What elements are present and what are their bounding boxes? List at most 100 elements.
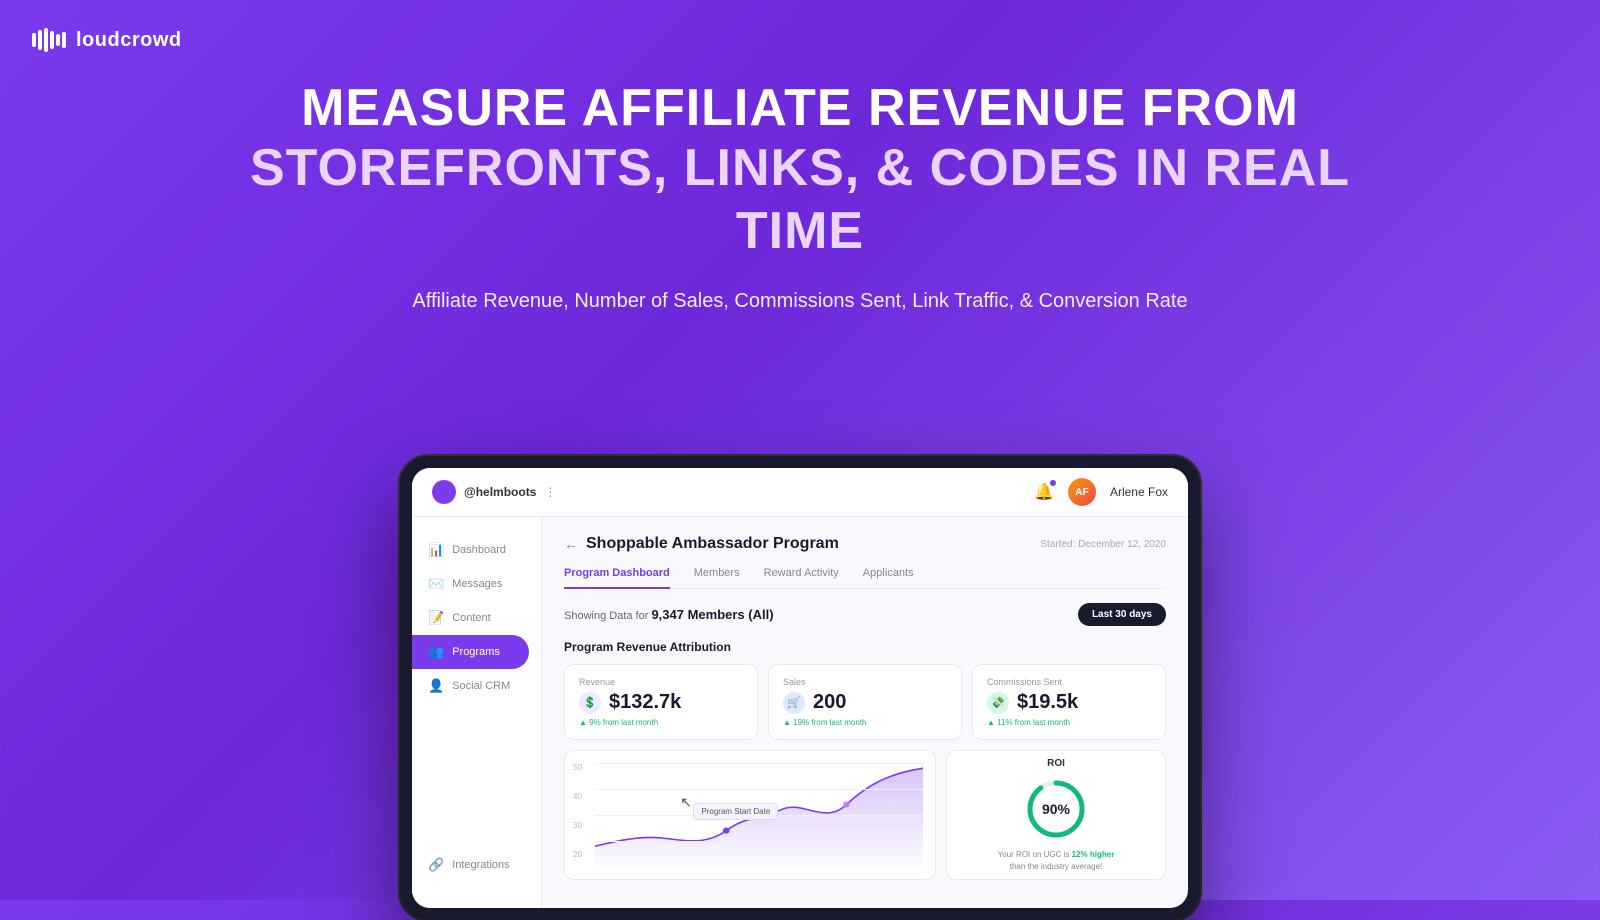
y-label-40: 40 [573,792,582,801]
revenue-section-title: Program Revenue Attribution [564,640,1166,654]
roi-desc-text2: than the industry average! [1010,862,1103,871]
sidebar-item-label-content: Content [452,612,491,624]
metric-value-row-sales: 🛒 200 [783,691,947,714]
integrations-icon: 🔗 [428,857,444,873]
topbar-right: 🔔 AF Arlene Fox [1034,478,1168,506]
dashboard-icon: 📊 [428,542,444,558]
sidebar-item-label-social-crm: Social CRM [452,680,510,692]
metric-card-revenue: Revenue 💲 $132.7k 9% from last month [564,664,758,740]
topbar-left: @helmboots ⋮ [432,480,556,504]
sidebar-item-social-crm[interactable]: 👤 Social CRM [412,669,541,703]
user-name: Arlene Fox [1110,485,1168,499]
back-button[interactable]: ← [564,536,578,552]
sidebar-item-messages[interactable]: ✉️ Messages [412,567,541,601]
sidebar-item-dashboard[interactable]: 📊 Dashboard [412,533,541,567]
sidebar-item-content[interactable]: 📝 Content [412,601,541,635]
commissions-icon: 💸 [987,692,1009,714]
metric-change-commissions: 11% from last month [987,718,1151,727]
showing-prefix: Showing Data for [564,610,648,622]
notification-icon[interactable]: 🔔 [1034,482,1054,502]
cursor-icon: ↖ [680,794,692,811]
messages-icon: ✉️ [428,576,444,592]
main-layout: 📊 Dashboard ✉️ Messages 📝 Content 👥 [412,517,1188,908]
avatar: AF [1068,478,1096,506]
sidebar-item-integrations[interactable]: 🔗 Integrations [412,848,541,882]
program-header: ← Shoppable Ambassador Program Started: … [564,535,1166,553]
gridline-4 [595,841,923,842]
program-title: Shoppable Ambassador Program [586,535,839,553]
brand-dot [432,480,456,504]
logo-bar-4 [50,31,54,49]
notification-dot [1050,480,1056,486]
subheadline: Affiliate Revenue, Number of Sales, Comm… [200,290,1400,313]
sidebar-item-programs[interactable]: 👥 Programs [412,635,529,669]
roi-value: 90% [1042,801,1070,817]
member-count: 9,347 Members (All) [651,607,773,622]
last-30-days-button[interactable]: Last 30 days [1078,603,1166,626]
roi-card: ROI 90% Your ROI on UGC is 12% high [946,750,1166,880]
metric-card-commissions: Commissions Sent 💸 $19.5k 11% from last … [972,664,1166,740]
tab-reward-activity[interactable]: Reward Activity [764,567,839,589]
brand-handle: @helmboots [464,485,536,499]
metric-value-commissions: $19.5k [1017,691,1078,714]
content-area: ← Shoppable Ambassador Program Started: … [542,517,1188,908]
logo-bar-2 [38,30,42,50]
content-icon: 📝 [428,610,444,626]
brand-menu-icon[interactable]: ⋮ [544,485,556,499]
topbar: @helmboots ⋮ 🔔 AF Arlene Fox [412,468,1188,517]
showing-text: Showing Data for 9,347 Members (All) [564,607,774,622]
metric-value-row-commissions: 💸 $19.5k [987,691,1151,714]
tabs-nav: Program Dashboard Members Reward Activit… [564,567,1166,589]
gridline-2 [595,789,923,790]
sales-icon: 🛒 [783,692,805,714]
logo-bar-3 [44,28,48,52]
chart-card: 50 40 30 20 [564,750,936,880]
tab-members[interactable]: Members [694,567,740,589]
sidebar-wrapper: 📊 Dashboard ✉️ Messages 📝 Content 👥 [412,533,541,892]
metric-card-sales: Sales 🛒 200 19% from last month [768,664,962,740]
program-title-row: ← Shoppable Ambassador Program [564,535,839,553]
roi-description: Your ROI on UGC is 12% higher than the i… [998,849,1115,871]
gridline-1 [595,763,923,764]
sidebar-item-label-programs: Programs [452,646,500,658]
chart-y-labels: 50 40 30 20 [573,763,582,859]
metric-label-commissions: Commissions Sent [987,677,1151,687]
y-label-50: 50 [573,763,582,772]
sidebar-item-label-dashboard: Dashboard [452,544,506,556]
headline-line2: STOREFRONTS, LINKS, & CODES IN REAL TIME [200,137,1400,262]
logo-bar-5 [56,34,60,46]
headline-line1: MEASURE AFFILIATE REVENUE FROM [200,80,1400,137]
chart-tooltip: Program Start Date [693,803,778,820]
metric-label-revenue: Revenue [579,677,743,687]
sidebar-item-label-messages: Messages [452,578,502,590]
metric-value-sales: 200 [813,691,846,714]
roi-desc-text: Your ROI on UGC is [998,850,1070,859]
bottom-section: 50 40 30 20 [564,750,1166,880]
started-date: Started: December 12, 2020 [1040,539,1166,550]
programs-icon: 👥 [428,644,444,660]
logo-bar-6 [62,32,66,48]
tablet-screen: @helmboots ⋮ 🔔 AF Arlene Fox [412,468,1188,908]
logo-text: loudcrowd [76,29,182,52]
tablet-mockup: @helmboots ⋮ 🔔 AF Arlene Fox [400,456,1200,920]
tooltip-text: Program Start Date [701,807,770,816]
metric-label-sales: Sales [783,677,947,687]
y-label-20: 20 [573,850,582,859]
roi-circle: 90% [1024,777,1088,841]
tab-program-dashboard[interactable]: Program Dashboard [564,567,670,589]
metric-change-revenue: 9% from last month [579,718,743,727]
sidebar-item-label-integrations: Integrations [452,859,509,871]
logo: loudcrowd [32,28,182,52]
logo-bar-1 [32,33,36,47]
headline-section: MEASURE AFFILIATE REVENUE FROM STOREFRON… [0,80,1600,313]
roi-label: ROI [1047,758,1065,769]
social-crm-icon: 👤 [428,678,444,694]
tablet-frame: @helmboots ⋮ 🔔 AF Arlene Fox [400,456,1200,920]
tab-applicants[interactable]: Applicants [863,567,914,589]
sidebar: 📊 Dashboard ✉️ Messages 📝 Content 👥 [412,517,542,908]
metrics-row: Revenue 💲 $132.7k 9% from last month Sal… [564,664,1166,740]
metric-change-sales: 19% from last month [783,718,947,727]
logo-icon [32,28,66,52]
metric-value-revenue: $132.7k [609,691,681,714]
chart-svg-area: Program Start Date ↖ [595,763,923,867]
